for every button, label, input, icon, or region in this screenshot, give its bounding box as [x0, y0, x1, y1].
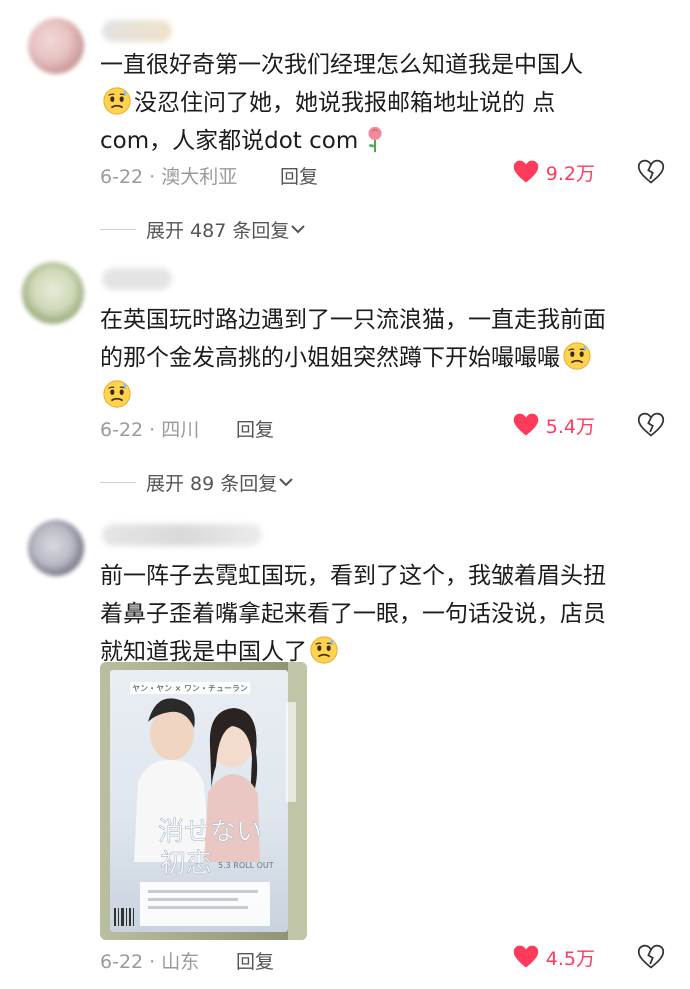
expand-replies-label: 展开 89 条回复	[146, 472, 278, 495]
comment-text: 一直很好奇第一次我们经理怎么知道我是中国人 没忍住问了她，她说我报邮箱地址说的 …	[100, 46, 660, 160]
comment-meta: 6-22 · 山东 回复 4.5万	[100, 941, 665, 975]
comment-text-line: 一直很好奇第一次我们经理怎么知道我是中国人	[100, 52, 583, 78]
divider	[100, 481, 136, 483]
comment-date-location: 6-22 · 四川	[100, 419, 200, 441]
sweat-face-emoji	[562, 341, 592, 371]
like-button[interactable]: 4.5万	[512, 943, 595, 971]
movie-poster-image: ヤン・ヤン × ワン・チューラン 消せない 初恋 5.3 ROLL OUT	[100, 662, 307, 940]
chevron-down-icon	[291, 225, 306, 234]
heart-icon	[512, 158, 540, 186]
chevron-down-icon	[279, 478, 293, 487]
avatar[interactable]	[28, 520, 84, 576]
attached-photo[interactable]: ヤン・ヤン × ワン・チューラン 消せない 初恋 5.3 ROLL OUT	[100, 662, 307, 940]
like-button[interactable]: 5.4万	[512, 411, 595, 439]
comment-text-line: 在英国玩时路边遇到了一只流浪猫，一直走我前面	[100, 307, 606, 333]
poster-release: 5.3 ROLL OUT	[218, 861, 274, 870]
like-count: 9.2万	[545, 162, 595, 185]
comment-text-line: 的那个金发高挑的小姐姐突然蹲下开始嘬嘬嘬	[100, 345, 560, 371]
comment-text-line: com，人家都说dot com	[100, 128, 359, 154]
broken-heart-icon[interactable]	[637, 411, 665, 439]
comment-text-line: 没忍住问了她，她说我报邮箱地址说的 点	[134, 90, 556, 116]
expand-replies[interactable]: 展开 89 条回复	[100, 467, 295, 497]
poster-caption: ヤン・ヤン × ワン・チューラン	[132, 684, 248, 693]
username[interactable]	[102, 20, 172, 42]
expand-replies[interactable]: 展开 487 条回复	[100, 214, 307, 244]
avatar[interactable]	[22, 262, 84, 324]
broken-heart-icon[interactable]	[637, 158, 665, 186]
broken-heart-icon[interactable]	[637, 943, 665, 971]
comment-text-line: 前一阵子去霓虹国玩，看到了这个，我皱着眉头扭	[100, 563, 606, 589]
comment-text-line: 着鼻子歪着嘴拿起来看了一眼，一句话没说，店员	[100, 601, 606, 627]
avatar[interactable]	[28, 18, 84, 74]
poster-title: 消せない	[158, 817, 262, 847]
comment-date-location: 6-22 · 山东	[100, 951, 200, 973]
heart-icon	[512, 943, 540, 971]
rose-emoji	[368, 126, 382, 153]
heart-icon	[512, 411, 540, 439]
sweat-face-emoji	[102, 86, 132, 116]
like-count: 4.5万	[545, 947, 595, 970]
like-count: 5.4万	[545, 415, 595, 438]
comment-date-location: 6-22 · 澳大利亚	[100, 166, 238, 188]
comment-meta: 6-22 · 四川 回复 5.4万	[100, 409, 665, 443]
sweat-face-emoji	[102, 379, 132, 409]
expand-replies-label: 展开 487 条回复	[146, 219, 290, 242]
sweat-face-emoji	[309, 635, 339, 665]
comment-text: 在英国玩时路边遇到了一只流浪猫，一直走我前面 的那个金发高挑的小姐姐突然蹲下开始…	[100, 301, 660, 415]
poster-title: 初恋	[160, 849, 212, 879]
reply-button[interactable]: 回复	[280, 162, 318, 189]
divider	[100, 228, 136, 230]
username[interactable]	[102, 524, 262, 546]
username[interactable]	[102, 268, 172, 290]
reply-button[interactable]: 回复	[236, 415, 274, 442]
comment-text: 前一阵子去霓虹国玩，看到了这个，我皱着眉头扭 着鼻子歪着嘴拿起来看了一眼，一句话…	[100, 557, 660, 671]
like-button[interactable]: 9.2万	[512, 158, 595, 186]
reply-button[interactable]: 回复	[236, 947, 274, 974]
comment-meta: 6-22 · 澳大利亚 回复 9.2万	[100, 156, 665, 190]
